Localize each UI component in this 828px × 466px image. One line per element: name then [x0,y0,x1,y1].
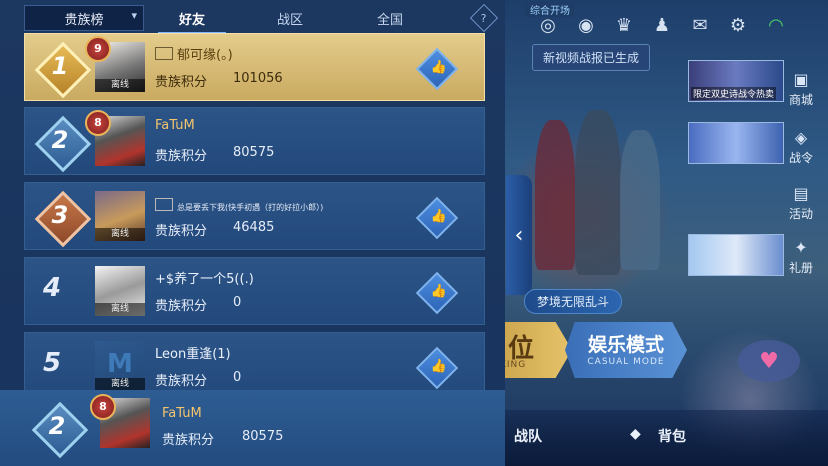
leaderboard-row-4[interactable]: 4 离线 +$养了一个5((.) 贵族积分 0 👍 [24,257,485,325]
rank-number: 2 [51,126,69,154]
promo-card-3[interactable] [688,234,784,276]
tab-war-zone[interactable]: 战区 [240,9,340,28]
gift-book-button[interactable]: ✦ 礼册 [782,238,820,276]
chevron-left-icon: ‹ [514,222,524,248]
player-name: 郁可缘(。) [155,44,233,63]
casual-mode-title: 娱乐模式 [587,334,664,356]
tab-friends[interactable]: 好友 [144,9,240,34]
mail-icon[interactable]: ✉ [687,12,713,38]
casual-mode-button[interactable]: 娱乐模式 CASUAL MODE [565,322,687,378]
battle-pass-button[interactable]: ◈ 战令 [782,128,820,166]
default-avatar-icon: M [107,349,133,379]
top-icon-bar: ◎ ◉ ♛ ♟ ✉ ⚙ ◠ [535,12,789,38]
score-value: 80575 [233,145,275,160]
leaderboard-row-3[interactable]: 3 离线 总是要丢下我(快手初遇（打的好拉小郎）) 贵族积分 46485 👍 [24,182,485,250]
heart-icon[interactable]: ♥ [738,340,800,382]
rank-number: 1 [51,52,69,80]
battle-pass-label: 战令 [788,151,813,165]
dropdown-label: 贵族榜 [64,12,104,28]
team-button[interactable]: 战队 [514,426,542,446]
offline-label: 离线 [95,228,145,241]
thumbs-up-icon[interactable]: 👍 [415,47,459,91]
bottom-bar: 战队 ◆ 背包 [490,410,828,466]
score-value: 0 [233,370,242,385]
casual-mode-subtitle: CASUAL MODE [587,357,665,367]
vip-level-badge: 8 [90,394,116,420]
gear-icon[interactable]: ⚙ [725,12,751,38]
rank-badge: 2 [30,400,89,459]
vip-level-badge: 8 [85,110,111,136]
shop-button[interactable]: ▣ 商城 [782,70,820,108]
new-video-notice[interactable]: 新视频战报已生成 [532,44,651,71]
offline-label: 离线 [95,79,145,92]
player-name: +$养了一个5((.) [155,272,254,287]
rank-badge: 3 [33,189,92,248]
player-name: FaTuM [162,406,202,421]
battle-pass-icon: ◈ [794,128,808,147]
trophy-icon[interactable]: ♛ [611,12,637,38]
leaderboard-panel: 贵族榜 ▾ 好友 战区 全国 ? 1 离线 9 郁可缘(。) 贵族积分 1010… [0,0,505,466]
chevron-down-icon: ▾ [131,9,137,22]
leaderboard-row-1[interactable]: 1 离线 9 郁可缘(。) 贵族积分 101056 👍 [24,33,485,101]
video-icon[interactable]: ◉ [573,12,599,38]
score-label: 贵族积分 [155,224,208,239]
backpack-icon: ◆ [630,426,641,442]
name-tag-icon [155,47,173,60]
score-label: 贵族积分 [155,149,208,164]
leaderboard-row-2[interactable]: 2 8 FaTuM 贵族积分 80575 [24,107,485,175]
vip-level-badge: 9 [85,36,111,62]
score-label: 贵族积分 [155,299,208,314]
name-tag-icon [155,198,173,211]
events-icon: ▤ [793,184,809,203]
wifi-icon: ◠ [768,14,784,36]
gift-icon: ✦ [794,238,808,257]
rank-badge: 2 [33,114,92,173]
leaderboard-tabs: 贵族榜 ▾ 好友 战区 全国 ? [24,3,499,34]
score-label: 贵族积分 [155,374,208,389]
score-value: 80575 [242,429,284,444]
score-value: 0 [233,295,242,310]
tab-national[interactable]: 全国 [340,9,440,28]
player-name-text: 郁可缘(。) [177,48,233,63]
dream-mode-button[interactable]: 梦境无限乱斗 [524,289,623,314]
player-name: Leon重逢(1) [155,347,231,362]
thumbs-up-icon[interactable]: 👍 [415,271,459,315]
rank-number: 2 [48,412,66,440]
shop-icon: ▣ [793,70,809,89]
promo-card-2[interactable] [688,122,784,164]
battle-pass-promo-card[interactable]: 限定双史诗战令热卖 [688,60,784,102]
shop-label: 商城 [788,93,813,107]
offline-label: 离线 [95,303,145,316]
thumbs-up-icon[interactable]: 👍 [415,346,459,390]
gift-book-label: 礼册 [788,261,813,275]
collapse-panel-button[interactable]: ‹ [506,175,532,295]
rank-number: 3 [51,201,69,229]
leaderboard-type-dropdown[interactable]: 贵族榜 ▾ [24,5,144,31]
avatar[interactable]: M 离线 [95,341,145,391]
player-name: 总是要丢下我(快手初遇（打的好拉小郎）) [155,198,323,213]
my-ranking-row[interactable]: 2 8 FaTuM 贵族积分 80575 [0,390,505,466]
rank-badge: 1 [33,40,92,99]
record-icon[interactable]: ◎ [535,12,561,38]
help-icon[interactable]: ? [469,3,499,33]
score-value: 101056 [233,71,283,86]
avatar[interactable]: 离线 [95,191,145,241]
thumbs-up-icon[interactable]: 👍 [415,196,459,240]
friends-icon[interactable]: ♟ [649,12,675,38]
rank-number: 5 [43,348,62,378]
promo-caption: 限定双史诗战令热卖 [691,87,777,100]
score-label: 贵族积分 [162,433,215,448]
events-button[interactable]: ▤ 活动 [782,184,820,222]
player-name-text: 总是要丢下我(快手初遇（打的好拉小郎）) [177,203,324,212]
score-value: 46485 [233,220,275,235]
score-label: 贵族积分 [155,75,208,90]
rank-number: 4 [43,273,62,303]
avatar[interactable]: 离线 [95,266,145,316]
backpack-button[interactable]: 背包 [658,426,686,446]
player-name: FaTuM [155,118,195,133]
events-label: 活动 [788,207,813,221]
